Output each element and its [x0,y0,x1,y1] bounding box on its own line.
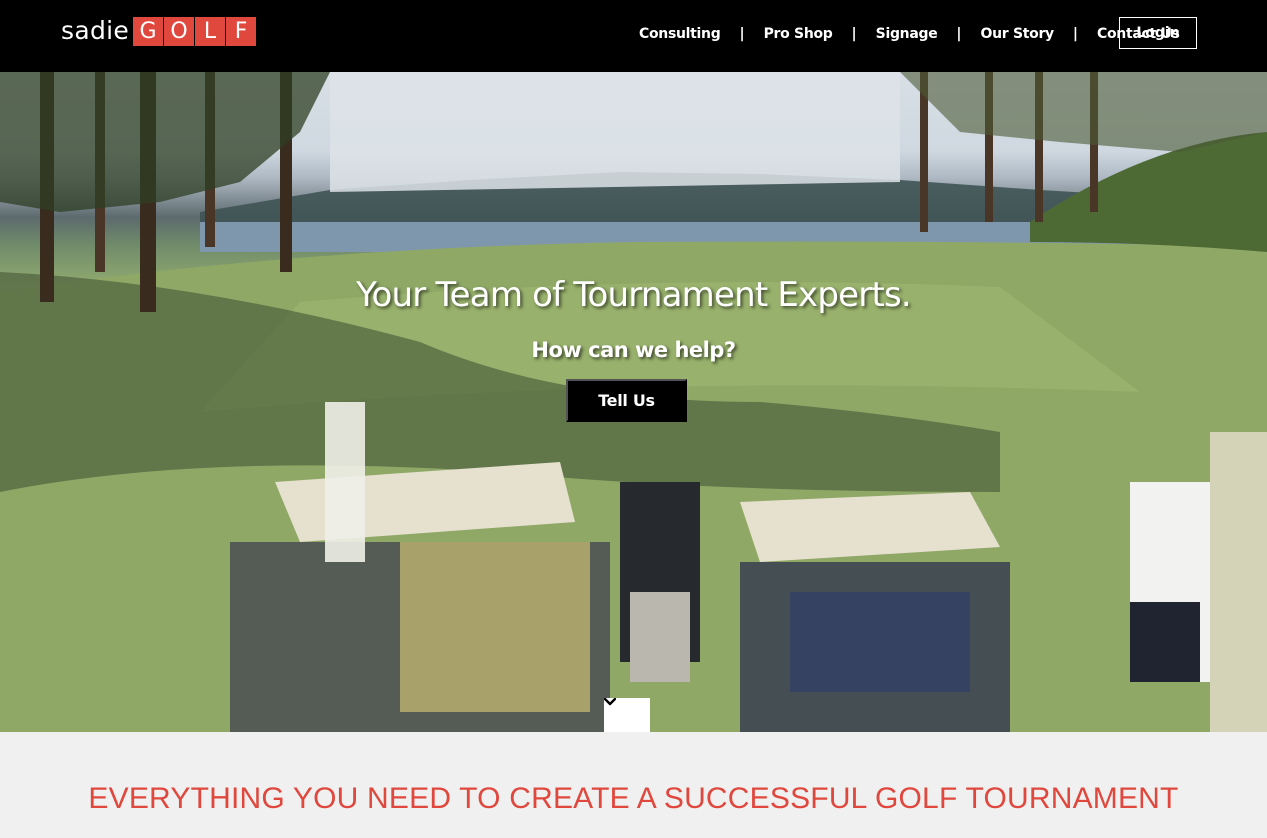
chevron-down-icon [604,698,616,706]
nav-link-pro-shop[interactable]: Pro Shop [745,18,852,50]
logo-golf-blocks: G O L F [133,16,257,46]
sadie-golf-logo[interactable]: sadie G O L F [61,16,257,46]
scroll-down-button[interactable] [604,698,650,732]
hero-banner: Your Team of Tournament Experts. How can… [0,72,1267,732]
logo-letter: O [164,16,195,46]
hero-title: Your Team of Tournament Experts. [356,275,912,315]
logo-letter: G [133,16,164,46]
site-header: sadie G O L F Consulting | Pro Shop | Si… [0,0,1267,72]
logo-letter: L [195,16,226,46]
hero-subtitle: How can we help? [531,338,736,362]
nav-link-consulting[interactable]: Consulting [620,18,739,50]
nav-link-signage[interactable]: Signage [857,18,957,50]
logo-letter: F [226,16,257,46]
nav-link-our-story[interactable]: Our Story [962,18,1073,50]
section-heading: EVERYTHING YOU NEED TO CREATE A SUCCESSF… [88,782,1179,815]
intro-section: EVERYTHING YOU NEED TO CREATE A SUCCESSF… [0,732,1267,838]
login-button[interactable]: Login [1119,17,1197,49]
tell-us-button[interactable]: Tell Us [566,379,687,422]
main-nav: Consulting | Pro Shop | Signage | Our St… [620,18,1199,50]
logo-text-sadie: sadie [61,16,130,45]
